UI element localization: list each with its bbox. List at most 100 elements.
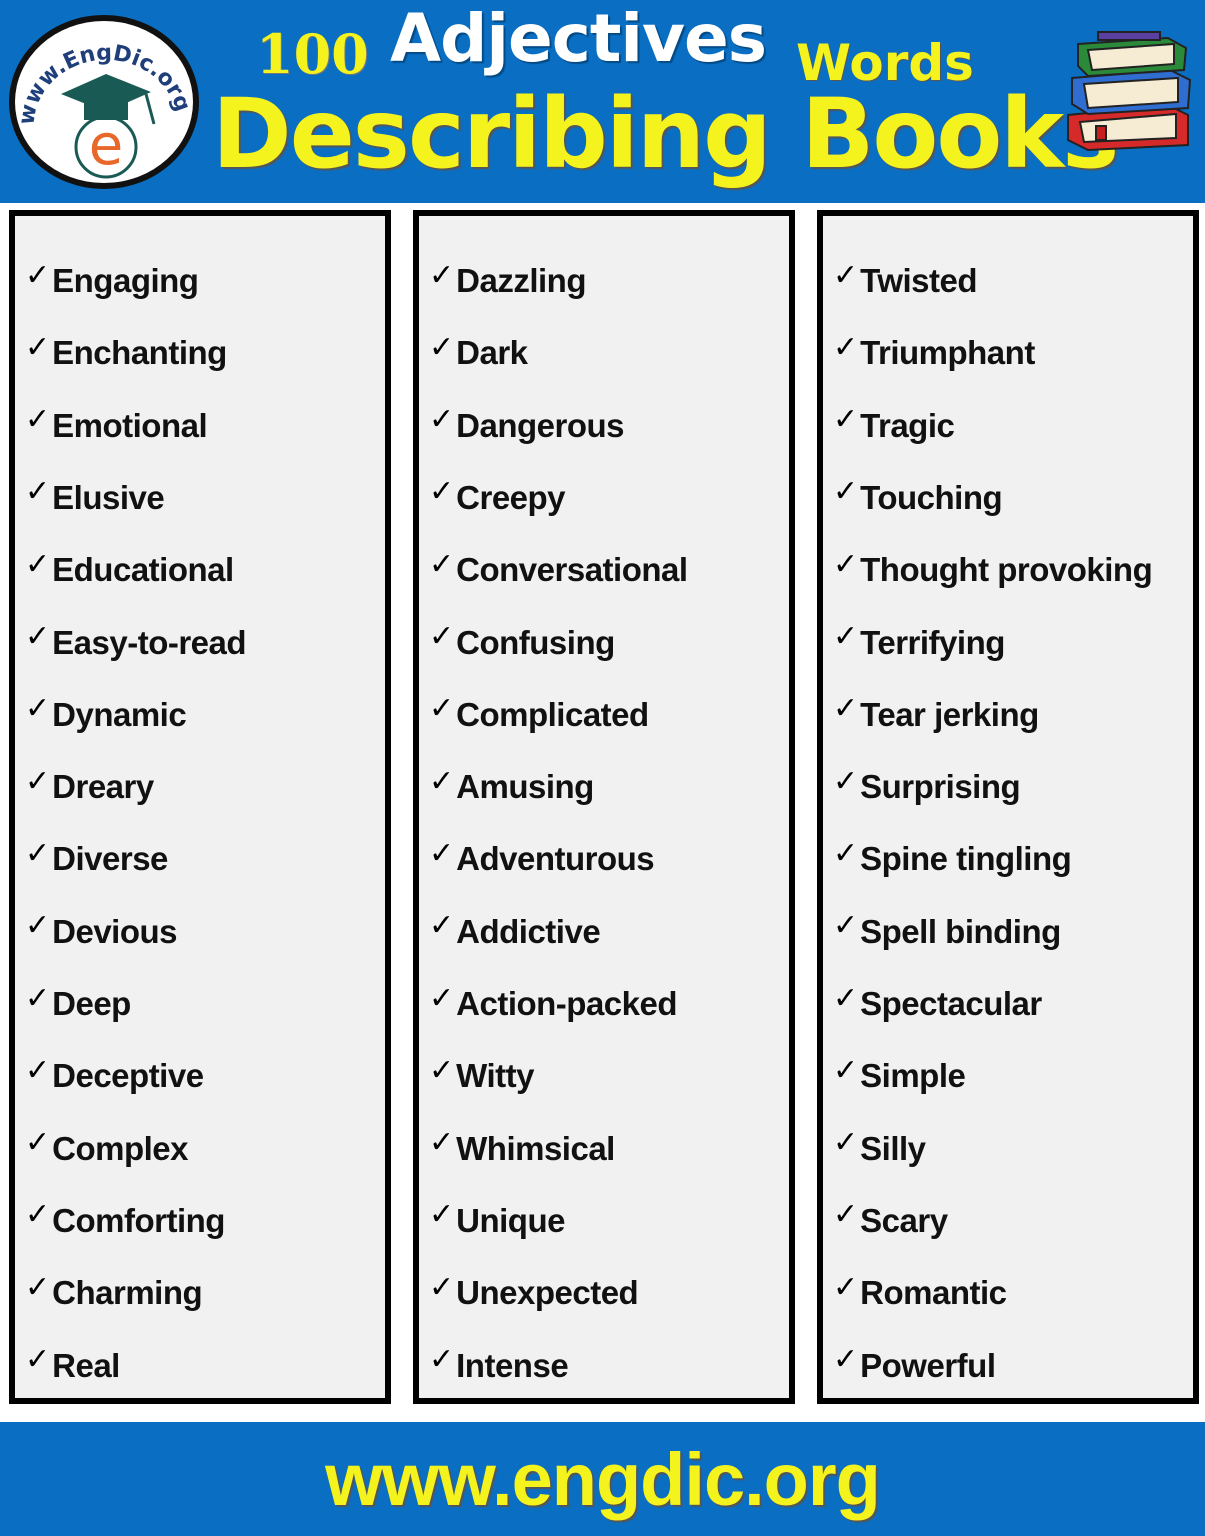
list-item: ✓ Dark bbox=[429, 323, 528, 383]
checkmark-icon: ✓ bbox=[429, 908, 455, 944]
adjective-word: Conversational bbox=[456, 551, 688, 589]
adjective-word: Witty bbox=[456, 1057, 534, 1095]
checkmark-icon: ✓ bbox=[429, 835, 455, 871]
checkmark-icon: ✓ bbox=[833, 1342, 859, 1377]
list-item: ✓ Witty bbox=[429, 1046, 534, 1106]
list-item: ✓ Deceptive bbox=[25, 1046, 204, 1106]
adjective-word: Complicated bbox=[456, 695, 649, 733]
list-item: ✓ Dynamic bbox=[25, 685, 187, 745]
checkmark-icon: ✓ bbox=[25, 402, 51, 438]
checkmark-icon: ✓ bbox=[429, 763, 455, 799]
list-item: ✓ Diverse bbox=[25, 829, 168, 889]
title-adjectives: Adjectives bbox=[390, 0, 767, 77]
footer-banner: www.engdic.org bbox=[0, 1422, 1205, 1536]
adjective-word: Touching bbox=[860, 478, 1003, 516]
adjective-word: Real bbox=[52, 1346, 120, 1384]
word-column-3: ✓ Twisted ✓ Triumphant ✓ Tragic ✓ Touching ✓ Thou… bbox=[817, 210, 1199, 1404]
checkmark-icon: ✓ bbox=[25, 1269, 51, 1305]
adjective-word: Dazzling bbox=[456, 262, 586, 299]
checkmark-icon: ✓ bbox=[429, 329, 455, 365]
checkmark-icon: ✓ bbox=[833, 1052, 859, 1088]
list-item: ✓ Thought provoking bbox=[833, 540, 1153, 600]
svg-text:e: e bbox=[89, 113, 123, 178]
checkmark-icon: ✓ bbox=[833, 980, 859, 1016]
engdic-logo-icon: www.EngDic.org e bbox=[9, 15, 199, 189]
list-item: ✓ Powerful bbox=[833, 1336, 996, 1396]
list-item: ✓ Action-packed bbox=[429, 974, 678, 1034]
list-item: ✓ Intense bbox=[429, 1336, 569, 1396]
adjective-word: Whimsical bbox=[456, 1129, 615, 1167]
checkmark-icon: ✓ bbox=[833, 1125, 859, 1161]
checkmark-icon: ✓ bbox=[25, 763, 51, 799]
checkmark-icon: ✓ bbox=[429, 257, 455, 293]
adjective-word: Powerful bbox=[860, 1346, 996, 1384]
adjective-word: Easy-to-read bbox=[52, 623, 247, 661]
list-item: ✓ Terrifying bbox=[833, 613, 1005, 673]
checkmark-icon: ✓ bbox=[429, 1197, 455, 1233]
checkmark-icon: ✓ bbox=[25, 1052, 51, 1088]
title-number: 100 bbox=[256, 22, 369, 86]
adjective-word: Romantic bbox=[860, 1274, 1007, 1312]
adjective-word: Tear jerking bbox=[860, 695, 1039, 733]
list-item: ✓ Tear jerking bbox=[833, 685, 1039, 745]
word-column-2: ✓ Dazzling ✓ Dark ✓ Dangerous ✓ Creepy ✓ Conversa… bbox=[413, 210, 795, 1404]
checkmark-icon: ✓ bbox=[833, 619, 859, 654]
adjective-word: Dangerous bbox=[456, 406, 625, 444]
adjective-word: Adventurous bbox=[456, 840, 655, 878]
checkmark-icon: ✓ bbox=[833, 474, 859, 510]
adjective-word: Surprising bbox=[860, 768, 1021, 806]
list-item: ✓ Complex bbox=[25, 1119, 189, 1179]
checkmark-icon: ✓ bbox=[833, 546, 859, 582]
checkmark-icon: ✓ bbox=[429, 1052, 455, 1088]
adjective-word: Devious bbox=[52, 912, 178, 950]
checkmark-icon: ✓ bbox=[429, 1342, 455, 1377]
list-item: ✓ Charming bbox=[25, 1263, 203, 1323]
adjective-word: Amusing bbox=[456, 768, 594, 806]
adjective-word: Tragic bbox=[860, 406, 955, 444]
adjective-word: Comforting bbox=[52, 1201, 225, 1239]
checkmark-icon: ✓ bbox=[833, 257, 859, 293]
list-item: ✓ Easy-to-read bbox=[25, 613, 247, 673]
list-item: ✓ Conversational bbox=[429, 540, 688, 600]
checkmark-icon: ✓ bbox=[429, 402, 455, 438]
list-item: ✓ Spell binding bbox=[833, 902, 1061, 962]
adjective-word: Spine tingling bbox=[860, 840, 1072, 878]
adjective-word: Thought provoking bbox=[860, 551, 1153, 589]
checkmark-icon: ✓ bbox=[25, 908, 51, 944]
checkmark-icon: ✓ bbox=[429, 691, 455, 727]
adjective-word: Triumphant bbox=[860, 334, 1035, 372]
adjective-word: Deep bbox=[52, 985, 131, 1022]
adjective-word: Creepy bbox=[456, 478, 566, 516]
adjective-word: Silly bbox=[860, 1129, 926, 1167]
list-item: ✓ Confusing bbox=[429, 613, 615, 673]
adjective-word: Scary bbox=[860, 1201, 948, 1239]
list-item: ✓ Dazzling bbox=[429, 251, 586, 311]
adjective-word: Twisted bbox=[860, 262, 978, 299]
adjective-word: Unexpected bbox=[456, 1274, 639, 1312]
checkmark-icon: ✓ bbox=[833, 1269, 859, 1305]
list-item: ✓ Enchanting bbox=[25, 323, 227, 383]
adjective-word: Action-packed bbox=[456, 985, 678, 1022]
adjective-word: Simple bbox=[860, 1057, 966, 1095]
list-item: ✓ Surprising bbox=[833, 757, 1021, 817]
list-item: ✓ Spectacular bbox=[833, 974, 1042, 1034]
checkmark-icon: ✓ bbox=[429, 546, 455, 582]
list-item: ✓ Touching bbox=[833, 468, 1003, 528]
adjective-word: Engaging bbox=[52, 262, 199, 299]
checkmark-icon: ✓ bbox=[25, 1125, 51, 1161]
list-item: ✓ Complicated bbox=[429, 685, 649, 745]
list-item: ✓ Unexpected bbox=[429, 1263, 639, 1323]
checkmark-icon: ✓ bbox=[25, 835, 51, 871]
checkmark-icon: ✓ bbox=[25, 1342, 51, 1377]
footer-url-link[interactable]: www.engdic.org bbox=[325, 1437, 881, 1522]
list-item: ✓ Comforting bbox=[25, 1191, 225, 1251]
adjective-word: Deceptive bbox=[52, 1057, 204, 1095]
list-item: ✓ Creepy bbox=[429, 468, 566, 528]
list-item: ✓ Spine tingling bbox=[833, 829, 1072, 889]
checkmark-icon: ✓ bbox=[833, 329, 859, 365]
list-item: ✓ Scary bbox=[833, 1191, 948, 1251]
checkmark-icon: ✓ bbox=[25, 257, 51, 293]
list-item: ✓ Simple bbox=[833, 1046, 966, 1106]
checkmark-icon: ✓ bbox=[833, 908, 859, 944]
list-item: ✓ Unique bbox=[429, 1191, 565, 1251]
